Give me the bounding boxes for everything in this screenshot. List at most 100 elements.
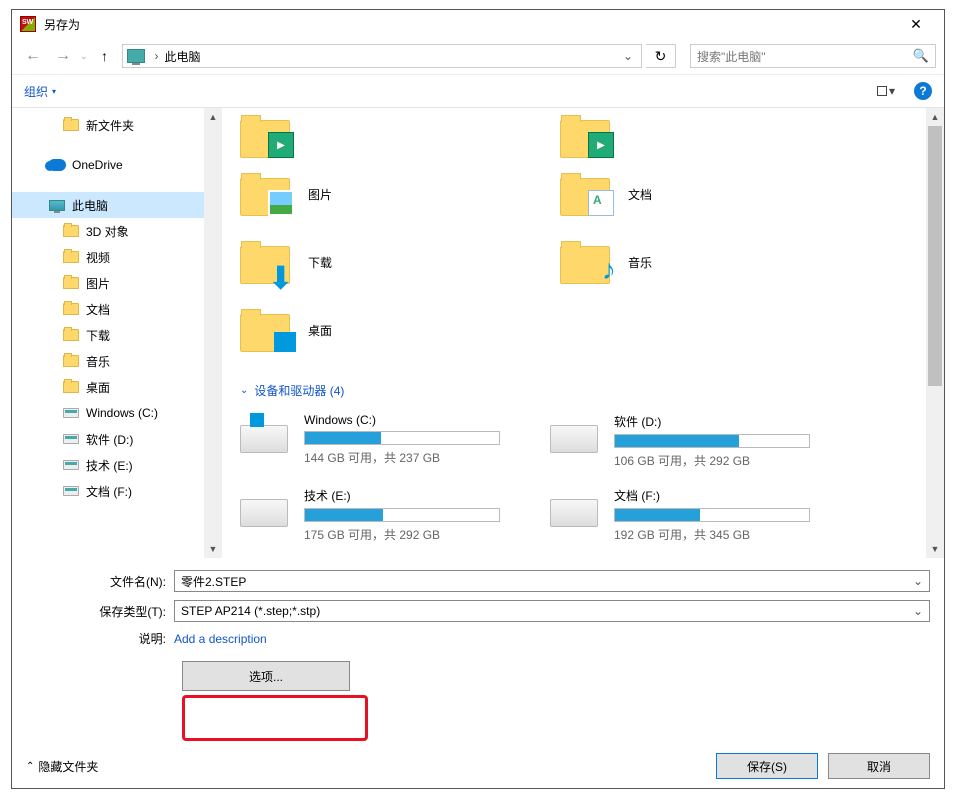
nav-item-label: 此电脑 [72,197,108,214]
save-button[interactable]: 保存(S) [716,753,818,779]
pc-icon [127,49,145,63]
folder-item-文档[interactable]: 文档 [560,172,880,216]
add-description-link[interactable]: Add a description [174,632,267,646]
hide-folders-toggle[interactable]: ⌃ 隐藏文件夹 [26,758,98,775]
nav-item-onedrive[interactable]: OneDrive [12,152,204,178]
location-text[interactable]: 此电脑 [165,48,619,65]
search-icon[interactable]: 🔍 [913,48,929,64]
drive-icon [62,431,80,447]
folder-item-图片[interactable]: 图片 [240,172,560,216]
options-button[interactable]: 选项... [182,661,350,691]
titlebar: 另存为 ✕ [12,10,944,38]
nav-item--[interactable]: 桌面 [12,374,204,400]
nav-item-windows-c-[interactable]: Windows (C:) [12,400,204,426]
drive-icon [240,487,294,527]
refresh-button[interactable]: ↻ [646,44,676,68]
nav-item--[interactable]: 音乐 [12,348,204,374]
filearea-scrollbar[interactable]: ▲ ▼ [926,108,944,558]
bottom-pane: 文件名(N): 零件2.STEP ⌄ 保存类型(T): STEP AP214 (… [12,558,944,699]
chevron-icon[interactable]: › [155,49,159,63]
search-input[interactable]: 搜索"此电脑" 🔍 [690,44,936,68]
nav-item-label: Windows (C:) [86,406,158,420]
drive-item-软件 (D:)[interactable]: 软件 (D:)106 GB 可用，共 292 GB [550,413,860,469]
folder-label: 下载 [308,254,332,271]
toolbar: 组织 ▾ ▾ ? [12,74,944,108]
pc-icon [48,197,66,213]
folder-item[interactable] [240,114,560,158]
filename-field[interactable]: 零件2.STEP ⌄ [174,570,930,592]
filename-value: 零件2.STEP [181,573,246,590]
view-button[interactable]: ▾ [870,80,902,102]
folder-item-下载[interactable]: ⬇下载 [240,240,560,284]
folder-icon [62,301,80,317]
collapse-icon[interactable]: ⌄ [240,385,248,396]
nav-item--e-[interactable]: 技术 (E:) [12,452,204,478]
drive-icon [240,413,294,453]
filetype-field[interactable]: STEP AP214 (*.step;*.stp) ⌄ [174,600,930,622]
nav-item-label: OneDrive [72,158,123,172]
drive-icon [550,413,604,453]
scroll-down-icon[interactable]: ▼ [204,540,222,558]
nav-item--f-[interactable]: 文档 (F:) [12,478,204,504]
folder-icon [62,249,80,265]
address-bar[interactable]: › 此电脑 ⌄ [122,44,642,68]
up-button[interactable]: ↑ [92,43,118,69]
folder-icon [62,353,80,369]
folder-label: 图片 [308,186,332,203]
app-icon [20,16,36,32]
folder-icon [62,223,80,239]
organize-menu[interactable]: 组织 [24,83,48,100]
back-button[interactable]: ← [20,43,46,69]
nav-item--[interactable]: 视频 [12,244,204,270]
folder-icon [62,117,80,133]
history-dropdown-icon[interactable]: ⌄ [80,51,88,62]
drive-item-文档 (F:)[interactable]: 文档 (F:) 192 GB 可用，共 345 GB [550,487,860,543]
nav-item-label: 图片 [86,275,110,292]
folder-item-音乐[interactable]: ♪音乐 [560,240,880,284]
help-button[interactable]: ? [914,82,932,100]
drive-icon [62,483,80,499]
folder-label: 音乐 [628,254,652,271]
devices-section-header[interactable]: ⌄ 设备和驱动器 (4) [240,382,926,399]
folder-icon [62,275,80,291]
folder-icon [240,114,296,158]
drive-item-技术 (E:)[interactable]: 技术 (E:)175 GB 可用，共 292 GB [240,487,550,543]
folder-icon [560,172,616,216]
nav-item-3d-[interactable]: 3D 对象 [12,218,204,244]
nav-item--[interactable]: 文档 [12,296,204,322]
filetype-dropdown-icon[interactable]: ⌄ [913,604,923,618]
nav-item--[interactable]: 下载 [12,322,204,348]
organize-dropdown-icon[interactable]: ▾ [52,87,56,96]
folder-item-桌面[interactable]: 桌面 [240,308,560,352]
scroll-thumb[interactable] [928,126,942,386]
drive-stat: 192 GB 可用，共 345 GB [614,526,860,543]
drive-usage-bar [304,431,500,445]
filename-dropdown-icon[interactable]: ⌄ [913,574,923,588]
drive-name: 技术 (E:) [304,487,550,504]
folder-icon [240,308,296,352]
nav-item--[interactable]: 此电脑 [12,192,204,218]
nav-item-label: 桌面 [86,379,110,396]
nav-item--d-[interactable]: 软件 (D:) [12,426,204,452]
scroll-down-icon[interactable]: ▼ [926,540,944,558]
nav-item-label: 3D 对象 [86,223,129,240]
nav-item-label: 文档 (F:) [86,483,132,500]
address-dropdown-icon[interactable]: ⌄ [619,49,637,63]
drive-name: Windows (C:) [304,413,550,427]
scroll-up-icon[interactable]: ▲ [926,108,944,126]
save-as-dialog: 另存为 ✕ ← → ⌄ ↑ › 此电脑 ⌄ ↻ 搜索"此电脑" 🔍 组织 ▾ ▾… [11,9,945,789]
drive-name: 文档 (F:) [614,487,860,504]
nav-item--[interactable]: 新文件夹 [12,112,204,138]
navpane-scrollbar[interactable]: ▲ ▼ [204,108,222,558]
cancel-button[interactable]: 取消 [828,753,930,779]
folder-icon [560,114,616,158]
nav-item--[interactable]: 图片 [12,270,204,296]
nav-item-label: 音乐 [86,353,110,370]
close-button[interactable]: ✕ [896,16,936,33]
folder-item[interactable] [560,114,880,158]
forward-button[interactable]: → [50,43,76,69]
folder-label: 桌面 [308,322,332,339]
drive-item-Windows (C:)[interactable]: Windows (C:)144 GB 可用，共 237 GB [240,413,550,469]
scroll-up-icon[interactable]: ▲ [204,108,222,126]
description-label: 说明: [26,630,174,647]
